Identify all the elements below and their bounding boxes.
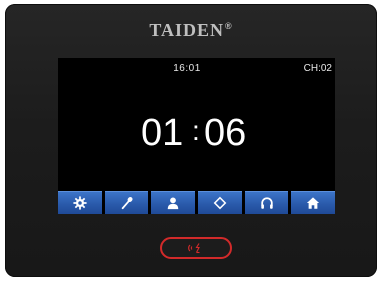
microphone-button[interactable] [104,191,149,214]
display-screen: 16:01 CH:02 01 : 06 [58,58,336,214]
gear-icon [73,196,87,210]
registered-mark: ® [225,21,233,31]
vote-button[interactable] [198,191,242,214]
channel-indicator: CH:02 [303,63,332,74]
user-button[interactable] [151,191,196,214]
timer-seconds: 06 [204,112,247,154]
timer-minutes: 01 [141,112,184,154]
headphones-button[interactable] [244,191,289,214]
diamond-icon [213,196,227,210]
speak-icon [188,243,200,254]
timer-separator: : [192,115,200,146]
settings-button[interactable] [58,191,102,214]
home-icon [307,197,320,209]
clock-time: 16:01 [173,63,201,74]
brand-logo: TAIDEN® [0,20,382,41]
microphone-icon [121,196,133,210]
home-button[interactable] [291,191,336,214]
function-toolbar [58,191,336,214]
brand-name: TAIDEN [149,20,225,40]
speaking-timer: 01 : 06 [138,108,258,158]
speak-button[interactable] [160,237,232,259]
person-icon [167,197,179,210]
headphones-icon [260,197,273,209]
